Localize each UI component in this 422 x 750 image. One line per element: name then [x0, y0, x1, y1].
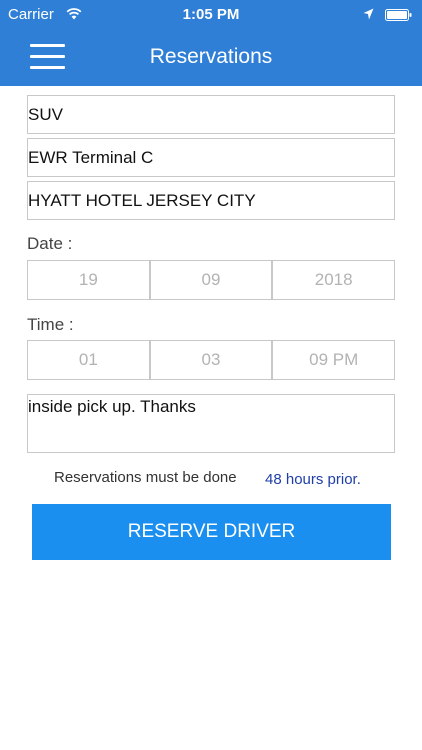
time-label: Time : — [27, 315, 74, 334]
dropoff-location-field[interactable]: HYATT HOTEL JERSEY CITY — [27, 181, 395, 220]
reservation-notice: Reservations must be done — [54, 469, 237, 486]
time-period-field[interactable]: 09 PM — [271, 340, 396, 380]
notes-textarea[interactable]: inside pick up. Thanks — [27, 394, 395, 453]
app-header: Carrier 1:05 PM Reservations — [0, 0, 422, 86]
time-minute-field[interactable]: 03 — [148, 340, 273, 380]
date-label: Date : — [27, 234, 73, 253]
location-arrow-icon — [363, 8, 374, 20]
clock: 1:05 PM — [182, 6, 240, 23]
reserve-driver-button[interactable]: RESERVE DRIVER — [32, 504, 391, 560]
date-day-field[interactable]: 19 — [27, 260, 150, 300]
battery-icon — [385, 9, 412, 21]
time-picker: 01 03 09 PM — [27, 340, 396, 380]
time-hour-field[interactable]: 01 — [27, 340, 150, 380]
status-bar: Carrier 1:05 PM — [0, 0, 422, 30]
notice-highlight: 48 hours prior. — [265, 471, 361, 488]
page-title: Reservations — [149, 45, 273, 68]
pickup-location-field[interactable]: EWR Terminal C — [27, 138, 395, 177]
vehicle-field[interactable]: SUV — [27, 95, 395, 134]
date-picker: 19 09 2018 — [27, 260, 396, 300]
date-month-field[interactable]: 09 — [148, 260, 273, 300]
date-year-field[interactable]: 2018 — [271, 260, 396, 300]
